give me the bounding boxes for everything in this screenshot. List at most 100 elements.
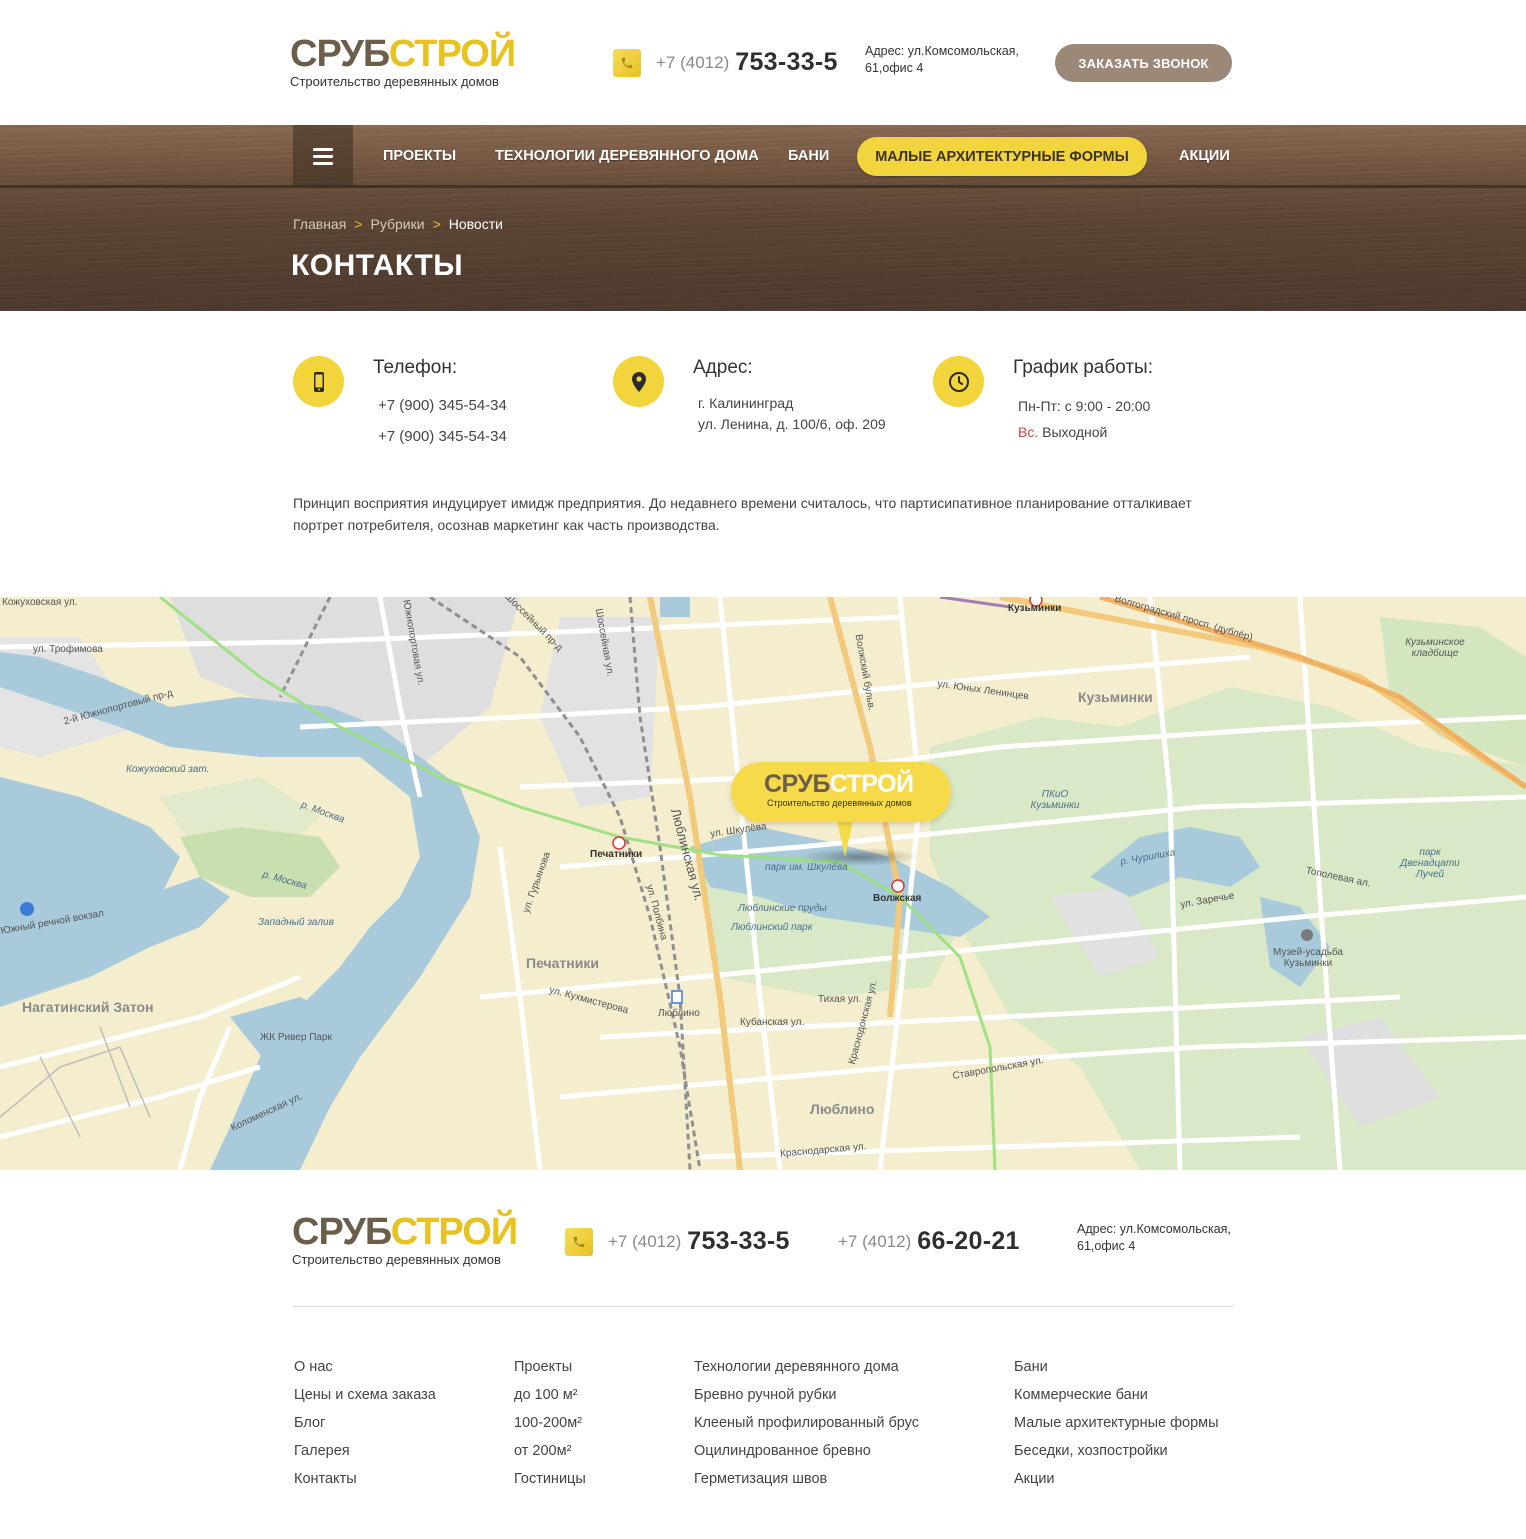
phone-number: 66-20-21 [917,1227,1020,1255]
footer-address: Адрес: ул.Комсомольская, 61,офис 4 [1077,1222,1231,1253]
marker-word-1: СРУБ [764,770,830,798]
nav-item-projects[interactable]: ПРОЕКТЫ [383,125,456,187]
header-phone[interactable]: +7 (4012) 753-33-5 [613,48,838,77]
footer-column-projects: Проекты до 100 м² 100-200м² от 200м² Гос… [514,1353,586,1493]
map-label: Кожуховский зат. [126,764,210,775]
footer-link[interactable]: Технологии деревянного дома [694,1353,919,1381]
phone-code: +7 (4012) [608,1231,682,1251]
breadcrumb-separator: > [432,216,441,232]
map[interactable]: Кожуховская ул. ул. Трофимова 2-й Южнопо… [0,597,1526,1170]
wood-seam [0,185,1526,188]
footer-column-baths: Бани Коммерческие бани Малые архитектурн… [1014,1353,1219,1493]
map-label: Кузьминское кладбище [1405,637,1465,659]
schedule-sunday: Вс. Выходной [1018,424,1107,440]
phone-line-1[interactable]: +7 (900) 345-54-34 [378,397,507,414]
footer-phone-2[interactable]: +7 (4012) 66-20-21 [838,1227,1020,1256]
map-label: Печатники [590,849,643,860]
logo-word-2: СТРОЙ [388,33,516,75]
map-label: Нагатинский Затон [22,999,154,1015]
marker-shadow [800,848,920,866]
footer-link[interactable]: Клееный профилированный брус [694,1409,919,1437]
footer-link[interactable]: от 200м² [514,1437,586,1465]
address-title: Адрес: [693,357,753,378]
map-label: Музей-усадьба Кузьминки [1273,947,1343,969]
page-title: КОНТАКТЫ [291,249,464,282]
footer-link[interactable]: Блог [294,1409,436,1437]
footer-link[interactable]: Гостиницы [514,1465,586,1493]
logo-word-1: СРУБ [290,33,390,75]
map-label: ул. Трофимова [33,644,103,655]
footer-divider [293,1306,1234,1307]
map-label: Люблинские пруды [738,903,827,914]
map-label: Люблино [810,1101,875,1117]
smartphone-icon [293,356,344,407]
footer-link[interactable]: Малые архитектурные формы [1014,1409,1219,1437]
phone-code: +7 (4012) [656,52,730,72]
breadcrumb-separator: > [354,216,363,232]
address-line-2: ул. Ленина, д. 100/6, оф. 209 [698,416,886,432]
nav-item-small-forms[interactable]: МАЛЫЕ АРХИТЕКТУРНЫЕ ФОРМЫ [857,137,1147,176]
footer-link[interactable]: Оцилиндрованное бревно [694,1437,919,1465]
logo-word-2: СТРОЙ [390,1211,518,1253]
map-label: Кубанская ул. [740,1017,805,1028]
map-label: Кузьминки [1008,603,1062,614]
footer-link[interactable]: 100-200м² [514,1409,586,1437]
footer-link[interactable]: Беседки, хозпостройки [1014,1437,1219,1465]
footer-column-about: О нас Цены и схема заказа Блог Галерея К… [294,1353,436,1493]
footer-link[interactable]: Проекты [514,1353,586,1381]
map-label: Печатники [526,955,599,971]
schedule-title: График работы: [1013,357,1153,378]
footer-logo[interactable]: СРУБСТРОЙ Строительство деревянных домов [292,1211,518,1267]
map-label: Волжская [873,893,922,904]
nav-item-technologies[interactable]: ТЕХНОЛОГИИ ДЕРЕВЯННОГО ДОМА [495,125,759,187]
footer-link[interactable]: Герметизация швов [694,1465,919,1493]
marker-pointer [837,821,853,857]
order-call-button[interactable]: ЗАКАЗАТЬ ЗВОНОК [1055,44,1232,82]
map-label: Тихая ул. [818,994,862,1005]
phone-icon [613,48,641,77]
logo-tagline: Строительство деревянных домов [290,74,499,89]
footer-link[interactable]: Коммерческие бани [1014,1381,1219,1409]
phone-title: Телефон: [373,357,458,378]
map-marker[interactable]: СРУБСТРОЙ Строительство деревянных домов [731,762,951,822]
footer-phone-1[interactable]: +7 (4012) 753-33-5 [565,1227,790,1256]
phone-code: +7 (4012) [838,1231,912,1251]
map-label: Люблино [658,1008,700,1019]
hamburger-icon[interactable] [293,125,353,187]
marker-word-2: СТРОЙ [829,770,914,798]
footer-link[interactable]: Акции [1014,1465,1219,1493]
map-label: Кожуховская ул. [2,597,78,608]
site-header: СРУБСТРОЙ Строительство деревянных домов… [0,0,1526,125]
phone-number: 753-33-5 [735,48,838,76]
footer-link[interactable]: Галерея [294,1437,436,1465]
footer-link[interactable]: Контакты [294,1465,436,1493]
marker-tagline: Строительство деревянных домов [767,798,912,808]
map-label: ПКиО Кузьминки [1030,789,1080,811]
phone-line-2[interactable]: +7 (900) 345-54-34 [378,428,507,445]
map-label: парк Двенадцати Лучей [1400,847,1460,880]
address-line-1: г. Калининград [698,395,794,411]
logo[interactable]: СРУБСТРОЙ Строительство деревянных домов [290,33,516,89]
breadcrumb-home[interactable]: Главная [293,216,346,232]
footer-column-technologies: Технологии деревянного дома Бревно ручно… [694,1353,919,1493]
logo-tagline: Строительство деревянных домов [292,1252,501,1267]
footer-link[interactable]: Цены и схема заказа [294,1381,436,1409]
footer-link[interactable]: Бревно ручной рубки [694,1381,919,1409]
schedule-weekdays: Пн-Пт: с 9:00 - 20:00 [1018,398,1151,414]
footer-link[interactable]: Бани [1014,1353,1219,1381]
map-label: Люблинский парк [731,922,813,933]
footer-link[interactable]: до 100 м² [514,1381,586,1409]
breadcrumb-current: Новости [448,216,503,232]
footer-link[interactable]: О нас [294,1353,436,1381]
nav-item-baths[interactable]: БАНИ [788,125,829,187]
header-address: Адрес: ул.Комсомольская, 61,офис 4 [865,44,1019,75]
nav-item-promotions[interactable]: АКЦИИ [1179,125,1230,187]
breadcrumb: Главная > Рубрики > Новости [293,216,503,232]
phone-number: 753-33-5 [687,1227,790,1255]
map-label: Западный залив [258,917,334,928]
breadcrumb-rubrics[interactable]: Рубрики [370,216,424,232]
map-canvas [0,597,1526,1170]
logo-word-1: СРУБ [292,1211,392,1253]
location-pin-icon [613,356,664,407]
sunday-label: Вс. [1018,424,1039,440]
